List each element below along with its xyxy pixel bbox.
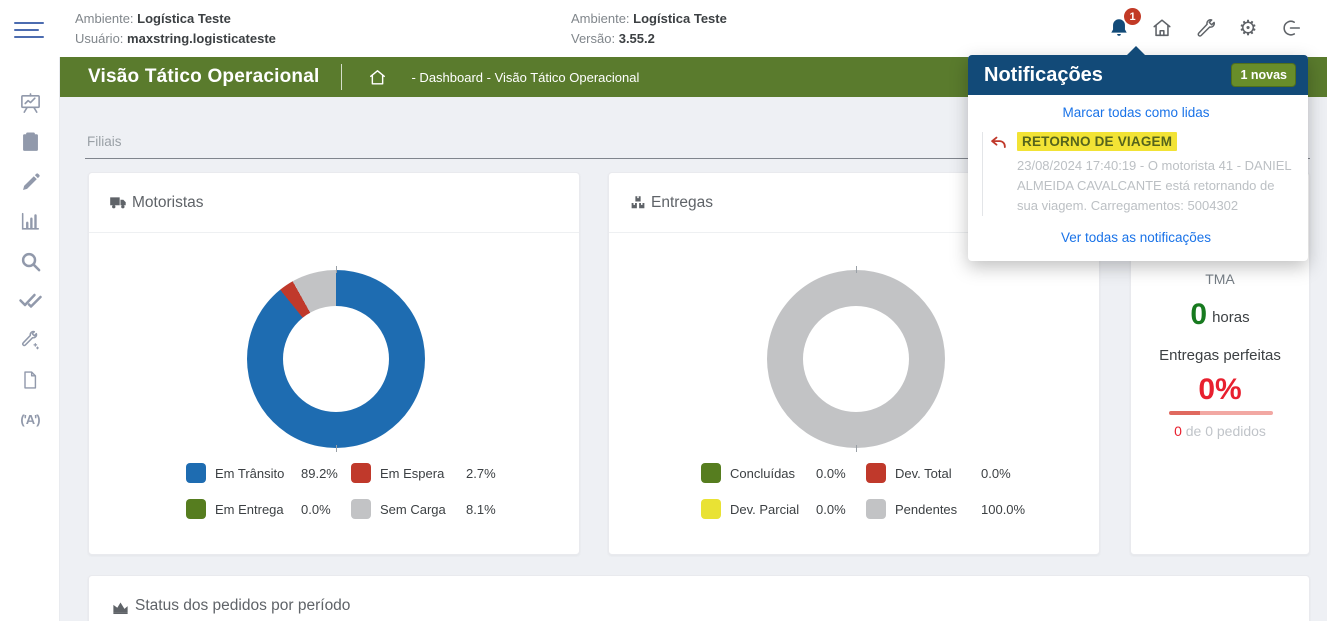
boxes-icon: [629, 194, 647, 212]
mark-all-read-link[interactable]: Marcar todas como lidas: [980, 105, 1292, 120]
legend-item: Dev. Total 0.0%: [866, 463, 1031, 483]
legend-swatch: [186, 463, 206, 483]
motoristas-card-header: Motoristas: [89, 173, 579, 233]
notification-item[interactable]: RETORNO DE VIAGEM 23/08/2024 17:40:19 - …: [982, 132, 1292, 216]
motoristas-legend: Em Trânsito 89.2% Em Espera 2.7% Em Entr…: [186, 463, 516, 519]
pencil-icon[interactable]: [10, 166, 50, 198]
notifications-popup-header: Notificações 1 novas: [968, 55, 1308, 95]
bar-chart-icon[interactable]: [10, 205, 50, 237]
environment-info-left: Ambiente: Logística Teste Usuário: maxst…: [75, 9, 276, 49]
magic-wrench-icon[interactable]: [10, 324, 50, 356]
legend-swatch: [186, 499, 206, 519]
breadcrumb: - Dashboard - Visão Tático Operacional: [411, 70, 639, 85]
ambiente-line: Ambiente: Logística Teste: [571, 9, 727, 29]
view-all-notifications-link[interactable]: Ver todas as notificações: [980, 230, 1292, 245]
notification-title: RETORNO DE VIAGEM: [1017, 132, 1177, 151]
clipboard-icon[interactable]: [10, 126, 50, 158]
app-window: Ambiente: Logística Teste Usuário: maxst…: [0, 0, 1327, 621]
tma-label: TMA: [1131, 271, 1309, 287]
entregas-perfeitas-label: Entregas perfeitas: [1131, 347, 1309, 364]
legend-item: Concluídas 0.0%: [701, 463, 866, 483]
pedidos-summary: 0 de 0 pedidos: [1131, 423, 1309, 439]
legend-item: Em Espera 2.7%: [351, 463, 516, 483]
search-icon[interactable]: [10, 245, 50, 277]
legend-item: Em Entrega 0.0%: [186, 499, 351, 519]
legend-swatch: [701, 499, 721, 519]
settings-gear-icon[interactable]: ⚙: [1235, 15, 1261, 41]
motoristas-card-title: Motoristas: [132, 194, 204, 212]
motoristas-donut-chart: [247, 270, 425, 448]
document-icon[interactable]: [10, 364, 50, 396]
return-arrow-icon: [989, 132, 1017, 216]
legend-item: Em Trânsito 89.2%: [186, 463, 351, 483]
notifications-popup-body: Marcar todas como lidas RETORNO DE VIAGE…: [968, 95, 1308, 261]
donut-tick: [856, 266, 857, 273]
status-pedidos-card: Status dos pedidos por período: [88, 575, 1310, 621]
usuario-line: Usuário: maxstring.logisticateste: [75, 29, 276, 49]
wrench-icon[interactable]: [1192, 15, 1218, 41]
popup-pointer: [1126, 46, 1146, 56]
notifications-title: Notificações: [984, 64, 1231, 87]
donut-hole: [283, 306, 389, 412]
entregas-card-title: Entregas: [651, 194, 713, 212]
legend-item: Pendentes 100.0%: [866, 499, 1031, 519]
legend-swatch: [866, 499, 886, 519]
donut-tick: [856, 445, 857, 452]
entregas-donut-chart: [767, 270, 945, 448]
double-check-icon[interactable]: [10, 284, 50, 316]
menu-hamburger-button[interactable]: [14, 17, 44, 41]
sidebar: ('A'): [0, 57, 60, 621]
new-notifications-badge: 1 novas: [1231, 63, 1296, 87]
motoristas-card: Motoristas Em Trânsito 89.2% Em Espera 2…: [88, 172, 580, 555]
donut-tick: [336, 445, 337, 452]
environment-info-center: Ambiente: Logística Teste Versão: 3.55.2: [571, 9, 727, 49]
breadcrumb-home-icon[interactable]: [368, 68, 387, 87]
area-chart-icon: [111, 597, 130, 616]
legend-swatch: [351, 499, 371, 519]
notifications-popup: Notificações 1 novas Marcar todas como l…: [968, 55, 1308, 261]
legend-swatch: [701, 463, 721, 483]
header-divider: [341, 64, 342, 90]
notification-count-badge: 1: [1124, 8, 1141, 25]
entregas-perfeitas-progress-bar: [1169, 411, 1273, 415]
entregas-perfeitas-value: 0%: [1131, 373, 1309, 407]
legend-item: Dev. Parcial 0.0%: [701, 499, 866, 519]
entregas-legend: Concluídas 0.0% Dev. Total 0.0% Dev. Par…: [701, 463, 1031, 519]
donut-hole: [803, 306, 909, 412]
page-title: Visão Tático Operacional: [88, 66, 319, 88]
logout-power-icon[interactable]: [1278, 15, 1304, 41]
presentation-chart-icon[interactable]: [10, 87, 50, 119]
notification-body: 23/08/2024 17:40:19 - O motorista 41 - D…: [1017, 156, 1292, 216]
legend-item: Sem Carga 8.1%: [351, 499, 516, 519]
topbar-actions: 1 ⚙: [1106, 10, 1304, 46]
donut-tick: [336, 266, 337, 273]
versao-line: Versão: 3.55.2: [571, 29, 727, 49]
status-pedidos-title: Status dos pedidos por período: [135, 597, 350, 615]
notifications-bell-icon[interactable]: 1: [1106, 15, 1132, 41]
notification-content: RETORNO DE VIAGEM 23/08/2024 17:40:19 - …: [1017, 132, 1292, 216]
home-icon[interactable]: [1149, 15, 1175, 41]
announcement-icon[interactable]: ('A'): [10, 403, 50, 435]
ambiente-line: Ambiente: Logística Teste: [75, 9, 276, 29]
legend-swatch: [351, 463, 371, 483]
truck-icon: [109, 193, 128, 212]
tma-value: 0horas: [1131, 298, 1309, 332]
status-pedidos-header: Status dos pedidos por período: [89, 576, 1309, 621]
legend-swatch: [866, 463, 886, 483]
